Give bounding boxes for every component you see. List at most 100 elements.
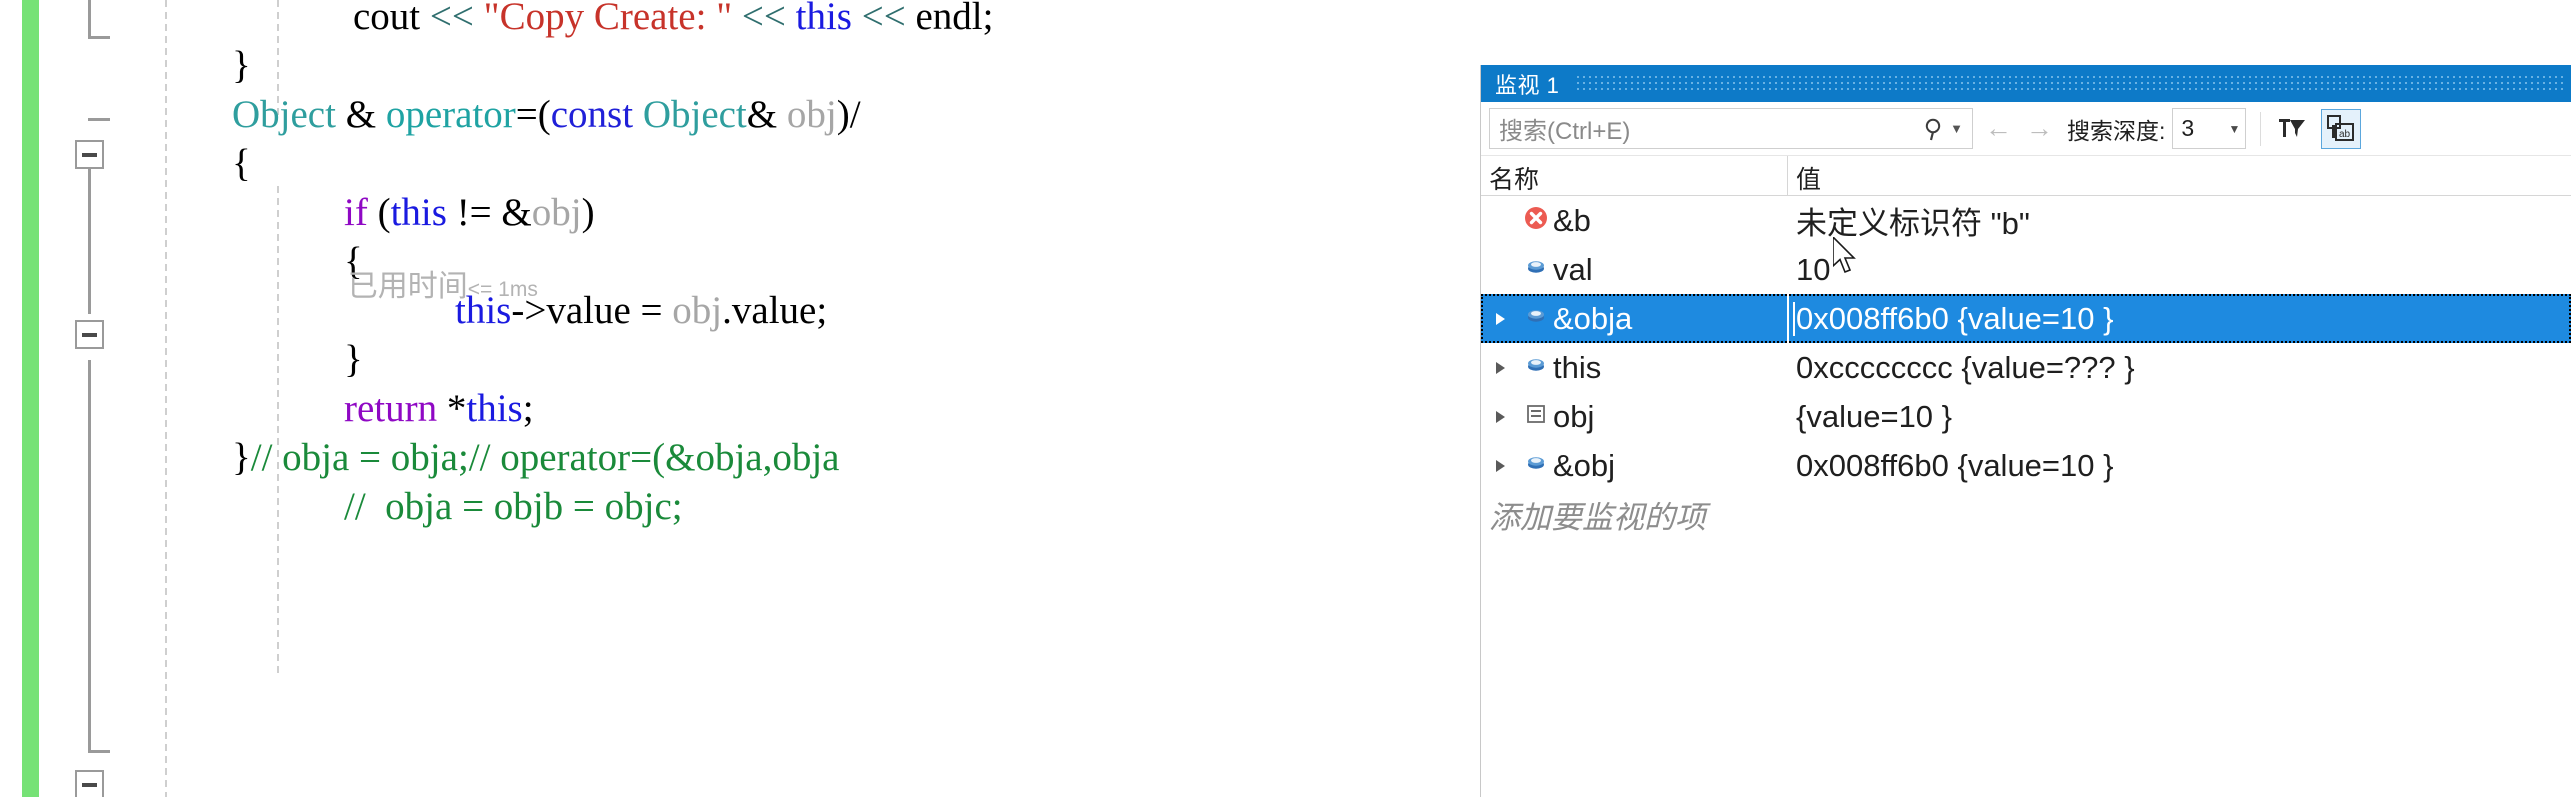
column-header-name[interactable]: 名称: [1489, 160, 1539, 196]
code-token: ): [581, 191, 595, 234]
search-next-arrow-icon[interactable]: →: [2026, 115, 2053, 142]
chevron-right-icon[interactable]: [1495, 312, 1505, 325]
field-icon: [1524, 255, 1548, 284]
watch-row-value[interactable]: 未定义标识符 "b": [1796, 198, 2030, 243]
code-token: return: [344, 387, 438, 430]
code-token: {: [232, 142, 251, 185]
row-icon-slot: [1519, 451, 1553, 480]
code-line: Object & operator=(const Object& obj)/: [232, 90, 861, 139]
code-token: "Copy Create: ": [483, 0, 733, 38]
inline-elapsed-time-hint: 已用时间<= 1ms: [330, 243, 538, 323]
code-token: endl;: [905, 0, 994, 38]
svg-text:ab: ab: [2339, 129, 2351, 140]
watch-search-box[interactable]: 搜索(Ctrl+E) ▼: [1489, 108, 1973, 149]
fold-tick: [88, 36, 110, 39]
code-line: {: [232, 139, 251, 188]
code-token: cout: [353, 0, 430, 38]
column-splitter[interactable]: [1787, 156, 1788, 195]
code-token: *: [437, 387, 467, 430]
show-raw-structure-icon[interactable]: ab: [2321, 108, 2362, 149]
watch-row-name[interactable]: &obj: [1553, 448, 1615, 484]
watch-row[interactable]: &obj 0x008ff6b0 {value=10 }: [1481, 441, 2571, 490]
fold-tick: [88, 750, 110, 753]
fold-toggle-collapse[interactable]: [75, 140, 104, 169]
expand-chevron-right-icon[interactable]: [1481, 459, 1519, 472]
column-header-value[interactable]: 值: [1796, 160, 1821, 196]
code-token: <<: [429, 0, 474, 38]
code-token: Object: [232, 93, 336, 136]
indent-guide: [277, 186, 279, 676]
code-token: obj: [672, 289, 723, 332]
watch-row-value[interactable]: 0xcccccccc {value=??? }: [1796, 350, 2135, 386]
code-token: Object: [642, 93, 747, 136]
watch-row-name[interactable]: val: [1553, 252, 1593, 288]
expand-chevron-right-icon[interactable]: [1481, 410, 1519, 423]
watch-row[interactable]: val 10: [1481, 245, 2571, 294]
chevron-right-icon[interactable]: [1495, 361, 1505, 374]
field-icon: [1524, 451, 1548, 480]
watch-row[interactable]: obj {value=10 }: [1481, 392, 2571, 441]
watch-row-name[interactable]: &obja: [1553, 301, 1632, 337]
code-line: }: [344, 335, 363, 384]
chevron-right-icon[interactable]: [1495, 459, 1505, 472]
search-icon[interactable]: [1922, 116, 1948, 142]
fold-tick: [88, 118, 110, 121]
watch-row-value[interactable]: {value=10 }: [1796, 399, 1952, 435]
search-depth-value[interactable]: 3: [2173, 115, 2223, 142]
chevron-right-icon[interactable]: [1495, 410, 1505, 423]
search-options-chevron-down-icon[interactable]: ▼: [1950, 121, 1963, 136]
row-column-splitter: [1787, 294, 1789, 343]
code-token: // obja = obja;// operator=(&obja,obja: [250, 436, 840, 479]
search-depth-stepper[interactable]: 3 ▼: [2172, 108, 2247, 149]
fold-toggle-collapse[interactable]: [75, 320, 104, 349]
code-token: )/: [836, 93, 861, 136]
code-line: if (this != &obj): [344, 188, 595, 237]
pin-filter-icon[interactable]: [2271, 109, 2311, 149]
watch-row-name[interactable]: obj: [1553, 399, 1594, 435]
expand-chevron-right-icon[interactable]: [1481, 361, 1519, 374]
code-line: }: [232, 41, 251, 90]
watch-row-name[interactable]: this: [1553, 350, 1601, 386]
watch-row-value[interactable]: 0x008ff6b0 {value=10 }: [1796, 301, 2113, 337]
fold-structure-line: [88, 0, 91, 38]
fold-toggle-collapse[interactable]: [75, 770, 104, 797]
expand-chevron-right-icon[interactable]: [1481, 312, 1519, 325]
code-token: const: [550, 93, 634, 136]
code-token: .value;: [722, 289, 828, 332]
watch-add-item-row[interactable]: 添加要监视的项: [1481, 490, 2571, 539]
code-token: obj: [786, 93, 837, 136]
watch-window-title: 监视 1: [1495, 72, 1560, 98]
code-token: ;: [522, 387, 534, 430]
code-token: <<: [741, 0, 786, 38]
row-icon-slot: [1519, 205, 1553, 236]
code-token: obj: [531, 191, 582, 234]
watch-row-value[interactable]: 10: [1796, 252, 1830, 288]
fold-structure-line: [88, 360, 91, 750]
struct-icon: [1525, 403, 1547, 430]
watch-row[interactable]: &b 未定义标识符 "b": [1481, 196, 2571, 245]
search-depth-chevron-down-icon[interactable]: ▼: [2223, 122, 2245, 136]
watch-row-name[interactable]: &b: [1553, 203, 1591, 239]
watch-toolbar[interactable]: 搜索(Ctrl+E) ▼ ← → 搜索深度: 3 ▼ ab: [1481, 102, 2571, 156]
watch-row[interactable]: this 0xcccccccc {value=??? }: [1481, 343, 2571, 392]
search-previous-arrow-icon[interactable]: ←: [1985, 115, 2012, 142]
watch-row-list[interactable]: &b 未定义标识符 "b" val 10 &obja 0x008ff6b0 {value=…: [1481, 196, 2571, 490]
watch-window[interactable]: 监视 1 搜索(Ctrl+E) ▼ ← → 搜索深度: 3 ▼ ab 名称 值 …: [1480, 65, 2571, 797]
row-icon-slot: [1519, 403, 1553, 430]
watch-row-value[interactable]: 0x008ff6b0 {value=10 }: [1796, 448, 2113, 484]
titlebar-drag-handle[interactable]: [1575, 73, 2565, 94]
code-line: // obja = objb = objc;: [344, 482, 683, 531]
row-icon-slot: [1519, 255, 1553, 284]
code-token: }: [344, 338, 363, 381]
search-nav-arrows[interactable]: ← →: [1985, 115, 2053, 142]
code-token: =(: [515, 93, 551, 136]
toolbar-divider: [2260, 111, 2262, 146]
watch-add-item-placeholder[interactable]: 添加要监视的项: [1489, 492, 1706, 537]
watch-window-titlebar[interactable]: 监视 1: [1481, 65, 2571, 102]
watch-row[interactable]: &obja 0x008ff6b0 {value=10 }: [1481, 294, 2571, 343]
code-token: &: [746, 93, 787, 136]
search-input-placeholder[interactable]: 搜索(Ctrl+E): [1490, 111, 1922, 146]
